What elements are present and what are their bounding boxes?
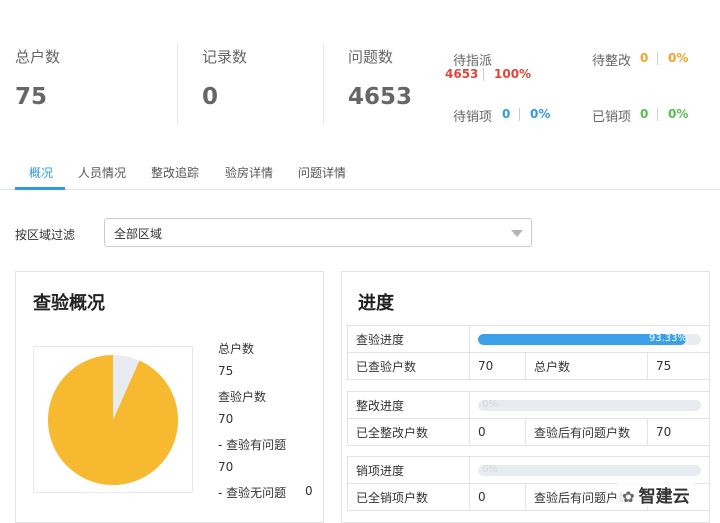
area-filter-label: 按区域过滤 xyxy=(15,228,76,242)
status-pending-close-label: 待销项 xyxy=(453,110,493,125)
status-pending-close-count: 0 xyxy=(502,107,511,121)
progress-bar-cell: 0% xyxy=(469,456,710,484)
progress-bar: 93.33% xyxy=(478,333,701,345)
tab-rectify-tracking[interactable]: 整改追踪 xyxy=(151,164,199,181)
legend-total-label: 总户数 xyxy=(218,342,255,356)
separator xyxy=(519,108,520,121)
table-row: 已查验户数 70 总户数 75 xyxy=(347,352,710,380)
legend-total-value: 75 xyxy=(218,364,234,378)
table-row: 查验进度 93.33% xyxy=(347,325,710,353)
progress-bar: 0% xyxy=(478,399,701,411)
legend-no-issue-label: - 查验无问题 xyxy=(218,486,287,500)
area-filter-value: 全部区域 xyxy=(114,227,163,241)
overview-pie-chart xyxy=(33,346,193,493)
wechat-icon: ✿ xyxy=(622,488,635,506)
separator xyxy=(483,68,484,81)
overview-title: 查验概况 xyxy=(33,293,105,314)
stat-value: 0 xyxy=(202,84,219,110)
status-pending-rectify-count: 0 xyxy=(640,51,649,65)
stat-label: 记录数 xyxy=(202,48,248,66)
row-value: 70 xyxy=(647,418,710,446)
progress-name: 销项进度 xyxy=(347,456,470,484)
tab-overview[interactable]: 概况 xyxy=(29,164,53,181)
row-value: 0 xyxy=(469,418,526,446)
legend-inspected-value: 70 xyxy=(218,412,234,426)
tab-personnel[interactable]: 人员情况 xyxy=(78,164,126,181)
progress-bar: 0% xyxy=(478,464,701,476)
progress-percent: 93.33% xyxy=(648,333,687,344)
row-value: 75 xyxy=(647,352,710,380)
legend-no-issue-value: 0 xyxy=(305,484,313,498)
row-label: 查验后有问题户数 xyxy=(525,418,648,446)
inspection-progress-table: 查验进度 93.33% 已查验户数 70 总户数 75 xyxy=(347,325,710,380)
divider xyxy=(323,44,324,124)
status-pending-assign-count: 4653 xyxy=(445,67,479,81)
watermark: ✿ 智建云 xyxy=(618,482,694,507)
stat-label: 总户数 xyxy=(15,48,61,66)
tab-issue-details[interactable]: 问题详情 xyxy=(298,164,346,181)
progress-name: 整改进度 xyxy=(347,391,470,419)
stat-issues: 问题数 4653 xyxy=(348,46,412,110)
chevron-down-icon xyxy=(511,230,523,237)
active-tab-indicator xyxy=(15,187,65,190)
pie-svg xyxy=(48,355,179,485)
stat-records: 记录数 0 xyxy=(202,46,247,110)
status-pending-rectify-percent: 0% xyxy=(668,51,689,65)
row-label: 总户数 xyxy=(525,352,648,380)
status-closed-percent: 0% xyxy=(668,107,689,121)
row-value: 70 xyxy=(469,352,526,380)
row-label: 已查验户数 xyxy=(347,352,470,380)
legend-with-issue-label: - 查验有问题 xyxy=(218,438,287,452)
table-row: 已全整改户数 0 查验后有问题户数 70 xyxy=(347,418,710,446)
rectify-progress-table: 整改进度 0% 已全整改户数 0 查验后有问题户数 70 xyxy=(347,391,710,446)
stat-value: 75 xyxy=(15,84,48,110)
row-label: 已全销项户数 xyxy=(347,483,470,511)
status-pending-rectify-label: 待整改 xyxy=(592,54,632,69)
stat-households: 总户数 75 xyxy=(15,46,60,110)
status-pending-close-percent: 0% xyxy=(530,107,551,121)
progress-name: 查验进度 xyxy=(347,325,470,353)
progress-bar-cell: 93.33% xyxy=(469,325,710,353)
progress-title: 进度 xyxy=(358,293,394,314)
divider xyxy=(177,44,178,124)
progress-percent: 0% xyxy=(482,464,498,475)
status-closed-label: 已销项 xyxy=(592,110,632,125)
status-closed-count: 0 xyxy=(640,107,649,121)
watermark-text: 智建云 xyxy=(638,487,690,507)
status-pending-assign-percent: 100% xyxy=(494,67,532,81)
stat-label: 问题数 xyxy=(348,48,394,66)
legend-with-issue-value: 70 xyxy=(218,460,234,474)
tab-bar: 概况 人员情况 整改追踪 验房详情 问题详情 xyxy=(0,160,720,190)
stat-value: 4653 xyxy=(348,84,413,110)
table-row: 整改进度 0% xyxy=(347,391,710,419)
separator xyxy=(657,52,658,65)
legend-inspected-label: 查验户数 xyxy=(218,390,267,404)
progress-bar-cell: 0% xyxy=(469,391,710,419)
row-value: 0 xyxy=(469,483,526,511)
progress-percent: 0% xyxy=(482,399,498,410)
area-filter-select[interactable]: 全部区域 xyxy=(104,218,532,247)
table-row: 销项进度 0% xyxy=(347,456,710,484)
separator xyxy=(657,108,658,121)
tab-inspection-details[interactable]: 验房详情 xyxy=(225,164,273,181)
row-label: 已全整改户数 xyxy=(347,418,470,446)
